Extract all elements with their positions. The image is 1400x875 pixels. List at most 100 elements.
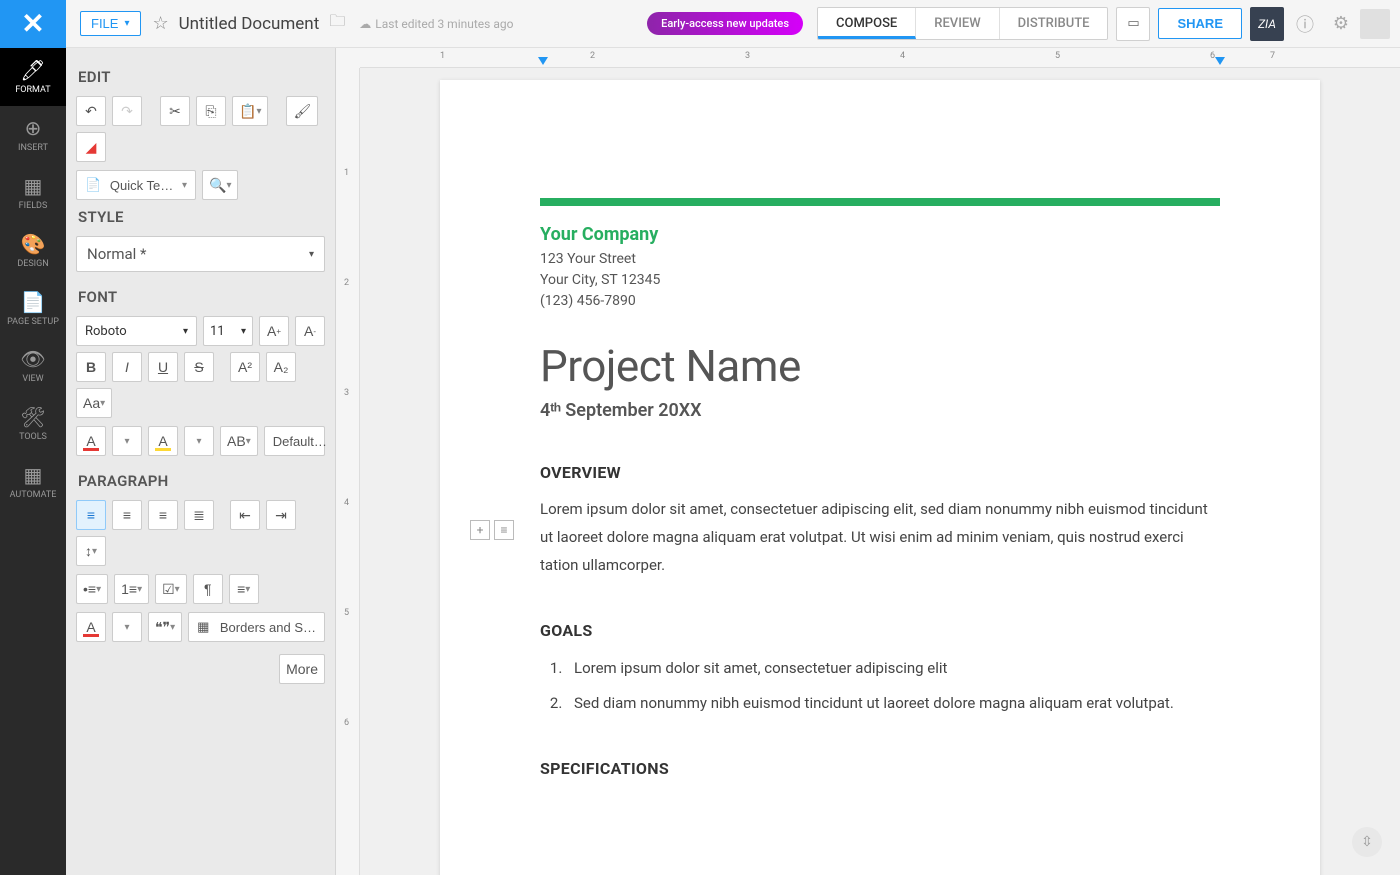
style-select[interactable]: Normal * ▾ [76,236,325,272]
document-page[interactable]: + ≡ Your Company 123 Your Street Your Ci… [440,80,1320,875]
settings-gear-icon[interactable]: ⚙ [1326,9,1356,39]
address-phone[interactable]: (123) 456-7890 [540,291,1220,312]
case-button[interactable]: Aa▾ [76,388,112,418]
nav-view[interactable]: 👁 VIEW [0,337,66,395]
chevron-down-icon: ▾ [245,584,250,595]
folder-icon[interactable]: 🗀 [329,10,345,37]
scissors-icon: ✂ [169,103,181,120]
gutter-list-button[interactable]: ≡ [494,520,514,540]
bullet-list-icon: •≡ [83,581,96,597]
nav-insert[interactable]: ⊕ INSERT [0,106,66,164]
info-icon[interactable]: ⓘ [1290,9,1320,39]
tab-review[interactable]: REVIEW [916,8,999,39]
nav-format[interactable]: 🖊 FORMAT [0,48,66,106]
strikethrough-button[interactable]: S [184,352,214,382]
gutter-add-button[interactable]: + [470,520,490,540]
company-name[interactable]: Your Company [540,224,1220,245]
scroll-jump-button[interactable]: ⇳ [1352,827,1382,857]
nav-fields[interactable]: ▦ FIELDS [0,164,66,222]
checklist-button[interactable]: ☑▾ [155,574,187,604]
quick-text-icon: 📄 [85,177,101,193]
binoculars-icon: 🔍 [209,177,226,194]
clear-format-button[interactable]: ◢ [76,132,106,162]
font-increase-button[interactable]: A+ [259,316,289,346]
text-direction-button[interactable]: ≡▾ [229,574,259,604]
font-decrease-button[interactable]: A- [295,316,325,346]
paste-button[interactable]: 📋▾ [232,96,268,126]
font-size-select[interactable]: 11 ▾ [203,316,253,346]
underline-button[interactable]: U [148,352,178,382]
undo-button[interactable]: ↶ [76,96,106,126]
line-spacing-button[interactable]: ↕▾ [76,536,106,566]
align-justify-button[interactable]: ≣ [184,500,214,530]
address-city[interactable]: Your City, ST 12345 [540,270,1220,291]
copy-button[interactable]: ⎘ [196,96,226,126]
copy-icon: ⎘ [205,103,216,120]
nav-design[interactable]: 🎨 DESIGN [0,222,66,280]
find-replace-button[interactable]: 🔍▾ [202,170,238,200]
number-list-button[interactable]: 1≡▾ [114,574,149,604]
paragraph-mark-button[interactable]: ¶ [193,574,223,604]
whiteboard-icon[interactable]: ▭ [1116,7,1150,41]
align-right-button[interactable]: ≡ [148,500,178,530]
align-center-button[interactable]: ≡ [112,500,142,530]
vertical-ruler[interactable]: 1 2 3 4 5 6 [336,68,360,875]
more-button[interactable]: More [279,654,325,684]
goal-item[interactable]: Lorem ipsum dolor sit amet, consectetuer… [566,654,1220,683]
address-street[interactable]: 123 Your Street [540,249,1220,270]
subscript-button[interactable]: A₂ [266,352,296,382]
heading-goals[interactable]: GOALS [540,621,1220,640]
nav-tools[interactable]: 🛠 TOOLS [0,395,66,453]
page-scroll[interactable]: + ≡ Your Company 123 Your Street Your Ci… [360,68,1400,875]
direction-icon: ≡ [237,581,245,597]
default-font-button[interactable]: Default… [264,426,325,456]
tab-distribute[interactable]: DISTRIBUTE [1000,8,1108,39]
bold-button[interactable]: B [76,352,106,382]
borders-shading-button[interactable]: ▦ Borders and S… [188,612,325,642]
section-font-title: FONT [78,288,325,306]
chevron-down-icon: ▾ [92,546,97,557]
highlight-button[interactable]: A [148,426,178,456]
share-button[interactable]: SHARE [1158,8,1242,39]
quick-text-dropdown[interactable]: 📄 Quick Te… ▾ [76,170,196,200]
font-color-dropdown[interactable]: ▾ [112,426,142,456]
italic-button[interactable]: I [112,352,142,382]
project-title[interactable]: Project Name [540,340,1220,392]
indent-increase-button[interactable]: ⇥ [266,500,296,530]
goals-list[interactable]: Lorem ipsum dolor sit amet, consectetuer… [566,654,1220,717]
quote-button[interactable]: ❝❞▾ [148,612,182,642]
nav-automate[interactable]: ▦ AUTOMATE [0,453,66,511]
cut-button[interactable]: ✂ [160,96,190,126]
tab-compose[interactable]: COMPOSE [818,8,916,39]
align-left-button[interactable]: ≡ [76,500,106,530]
goal-item[interactable]: Sed diam nonummy nibh euismod tincidunt … [566,689,1220,718]
indent-decrease-button[interactable]: ⇤ [230,500,260,530]
heading-specifications[interactable]: SPECIFICATIONS [540,759,1220,778]
early-access-pill[interactable]: Early-access new updates [647,12,803,35]
paragraph-shading-button[interactable]: A [76,612,106,642]
zia-assistant-button[interactable]: ZIA [1250,7,1284,41]
favorite-star-icon[interactable]: ☆ [153,13,169,34]
ruler-marker-right[interactable] [1215,57,1225,65]
ruler-marker-left[interactable] [538,57,548,65]
check-list-icon: ☑ [162,581,175,598]
file-menu-button[interactable]: FILE ▾ [80,11,141,36]
project-date[interactable]: 4ᵗʰ September 20XX [540,400,1220,421]
app-logo-icon[interactable]: ✕ [0,0,66,48]
redo-icon: ↷ [121,103,133,120]
char-spacing-button[interactable]: AB▾ [220,426,258,456]
font-family-select[interactable]: Roboto ▾ [76,316,197,346]
nav-page-setup[interactable]: 📄 PAGE SETUP [0,280,66,338]
user-avatar[interactable] [1360,9,1390,39]
document-title[interactable]: Untitled Document [179,14,320,34]
horizontal-ruler[interactable]: 1 2 3 4 5 6 7 [360,48,1400,68]
heading-overview[interactable]: OVERVIEW [540,463,1220,482]
format-painter-button[interactable]: 🖌 [286,96,318,126]
redo-button[interactable]: ↷ [112,96,142,126]
superscript-button[interactable]: A² [230,352,260,382]
font-color-button[interactable]: A [76,426,106,456]
bullet-list-button[interactable]: •≡▾ [76,574,108,604]
shading-dropdown[interactable]: ▾ [112,612,142,642]
overview-body[interactable]: Lorem ipsum dolor sit amet, consectetuer… [540,496,1220,579]
highlight-dropdown[interactable]: ▾ [184,426,214,456]
